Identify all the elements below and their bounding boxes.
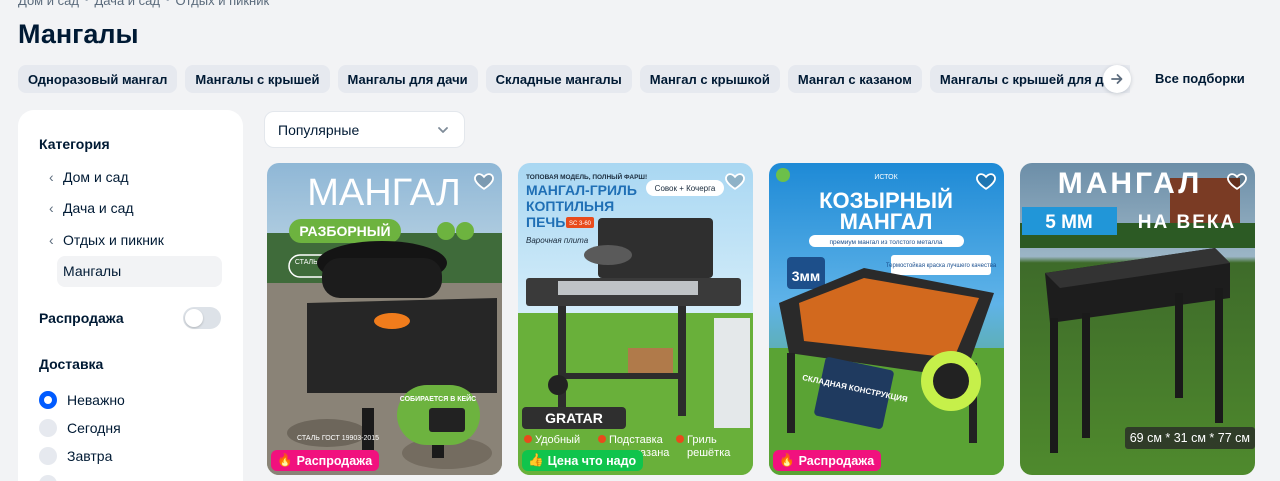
flame-icon: 🔥 <box>277 453 293 467</box>
image-feature: решётка <box>687 447 731 459</box>
thumbs-up-icon: 👍 <box>528 453 544 467</box>
image-title-line: ПЕЧЬ <box>526 214 565 230</box>
heart-icon[interactable] <box>975 170 997 192</box>
category-label: Отдых и пикник <box>63 231 164 248</box>
image-title: МАНГАЛ-ГРИЛЬ <box>526 182 637 198</box>
image-feature: Удобный <box>535 434 580 446</box>
image-thick: 5 ММ <box>1045 212 1093 233</box>
heart-icon[interactable] <box>724 170 746 192</box>
radio[interactable] <box>39 446 57 465</box>
image-model: SC 3-60 <box>569 221 592 227</box>
breadcrumb: Дом и сад • Дача и сад • Отдых и пикник <box>18 0 269 8</box>
product-card[interactable]: ТОПОВАЯ МОДЕЛЬ, ПОЛНЫЙ ФАРШ! Совок + Коч… <box>518 163 753 475</box>
badge-label: Цена что надо <box>547 453 637 468</box>
flame-icon: 🔥 <box>779 453 795 467</box>
image-title: МАНГАЛ <box>307 172 461 214</box>
category-label: Дача и сад <box>63 200 134 217</box>
delivery-option[interactable]: Сегодня <box>39 414 243 442</box>
sale-filter: Распродажа <box>39 306 221 329</box>
sale-label: Распродажа <box>39 309 124 326</box>
product-image: МАНГАЛ РАЗБОРНЫЙ СТАЛЬ 3 ММ СОБИРАЕТСЯ В… <box>267 163 502 475</box>
dimensions-label: 69 см * 31 см * 77 см <box>1124 427 1255 449</box>
breadcrumb-item[interactable]: Дача и сад <box>94 0 160 8</box>
delivery-option-label: Сегодня <box>67 419 121 436</box>
chip-collection[interactable]: Мангал с крышкой <box>639 65 780 93</box>
image-feature: Гриль <box>687 434 717 446</box>
delivery-options: Неважно Сегодня Завтра <box>39 386 243 481</box>
radio[interactable] <box>39 418 57 437</box>
chips-next-button[interactable] <box>1103 65 1131 93</box>
image-extras: Совок + Кочерга <box>655 184 716 193</box>
sale-badge: 🔥 Распродажа <box>271 450 380 471</box>
product-card[interactable]: МАНГАЛ 5 ММ НА ВЕКА 69 см * 31 см * 77 с… <box>1020 163 1255 475</box>
toggle-knob <box>185 308 203 327</box>
image-feature: Подставка <box>609 434 664 446</box>
image-gost: СТАЛЬ ГОСТ 19903-2015 <box>297 435 379 442</box>
delivery-option[interactable]: Неважно <box>39 386 243 414</box>
breadcrumb-separator: • <box>84 0 89 6</box>
chip-collection[interactable]: Мангал с казаном <box>787 65 922 93</box>
chevron-left-icon: ‹ <box>49 231 54 248</box>
category-item[interactable]: ‹ Дача и сад <box>39 193 243 225</box>
image-title: МАНГАЛ <box>1058 167 1203 200</box>
category-heading: Категория <box>39 136 110 152</box>
category-label: Дом и сад <box>63 168 129 185</box>
image-brand: GRATAR <box>545 410 603 426</box>
radio[interactable] <box>39 474 57 481</box>
category-item-current[interactable]: Мангалы <box>57 255 222 287</box>
image-paint: Термостойкая краска лучшего качества <box>886 262 997 269</box>
breadcrumb-item[interactable]: Отдых и пикник <box>176 0 270 8</box>
breadcrumb-item[interactable]: Дом и сад <box>18 0 79 8</box>
sale-toggle[interactable] <box>183 306 221 329</box>
arrow-right-icon <box>1111 74 1123 84</box>
sort-select[interactable]: Популярные <box>264 111 465 148</box>
image-brand: ИСТОК <box>874 174 898 181</box>
category-item[interactable]: ‹ Дом и сад <box>39 161 243 193</box>
product-card[interactable]: МАНГАЛ РАЗБОРНЫЙ СТАЛЬ 3 ММ СОБИРАЕТСЯ В… <box>267 163 502 475</box>
chip-collection[interactable]: Одноразовый мангал <box>18 65 178 93</box>
image-tag: РАЗБОРНЫЙ <box>299 222 390 239</box>
delivery-option[interactable]: Завтра <box>39 442 243 470</box>
delivery-option-label: Неважно <box>67 391 125 408</box>
all-collections-link[interactable]: Все подборки <box>1155 71 1245 86</box>
image-stove: Варочная плита <box>526 236 589 245</box>
product-image: ТОПОВАЯ МОДЕЛЬ, ПОЛНЫЙ ФАРШ! Совок + Коч… <box>518 163 753 475</box>
radio-checked[interactable] <box>39 390 57 409</box>
chip-collection[interactable]: Мангалы с крышей для дачи <box>929 65 1130 93</box>
heart-icon[interactable] <box>473 170 495 192</box>
chevron-down-icon <box>438 126 448 133</box>
chevron-left-icon: ‹ <box>49 200 54 217</box>
badge-label: Распродажа <box>296 453 373 468</box>
breadcrumb-separator: • <box>166 0 170 6</box>
badge-label: Распродажа <box>798 453 875 468</box>
image-thick: 3мм <box>792 268 821 284</box>
category-item[interactable]: ‹ Отдых и пикник <box>39 224 243 256</box>
category-list: ‹ Дом и сад ‹ Дача и сад ‹ Отдых и пикник М… <box>39 161 243 287</box>
chevron-left-icon: ‹ <box>49 168 54 185</box>
image-forever: НА ВЕКА <box>1138 212 1236 233</box>
filters-sidebar: Категория ‹ Дом и сад ‹ Дача и сад ‹ Отдых … <box>18 110 243 481</box>
image-case: СОБИРАЕТСЯ В КЕЙС <box>400 394 477 403</box>
delivery-option-label: Завтра <box>67 447 113 464</box>
collection-chips: Одноразовый мангал Мангалы с крышей Манг… <box>18 65 1130 93</box>
chip-collection[interactable]: Складные мангалы <box>485 65 632 93</box>
sale-badge: 🔥 Распродажа <box>773 450 882 471</box>
product-image: ИСТОК КОЗЫРНЫЙ МАНГАЛ премиум мангал из … <box>769 163 1004 475</box>
chip-collection[interactable]: Мангалы для дачи <box>337 65 478 93</box>
image-title-line: КОПТИЛЬНЯ <box>526 198 614 214</box>
image-sub: премиум мангал из толстого металла <box>829 239 942 246</box>
delivery-heading: Доставка <box>39 355 104 372</box>
image-title: МАНГАЛ <box>840 209 933 234</box>
good-price-badge: 👍 Цена что надо <box>522 450 644 471</box>
category-label: Мангалы <box>63 263 122 279</box>
image-top: ТОПОВАЯ МОДЕЛЬ, ПОЛНЫЙ ФАРШ! <box>526 172 647 181</box>
page-title: Мангалы <box>18 19 139 49</box>
sort-value: Популярные <box>278 121 360 138</box>
product-card[interactable]: ИСТОК КОЗЫРНЫЙ МАНГАЛ премиум мангал из … <box>769 163 1004 475</box>
chip-collection[interactable]: Мангалы с крышей <box>185 65 330 93</box>
heart-icon[interactable] <box>1226 170 1248 192</box>
delivery-option[interactable] <box>39 470 243 481</box>
